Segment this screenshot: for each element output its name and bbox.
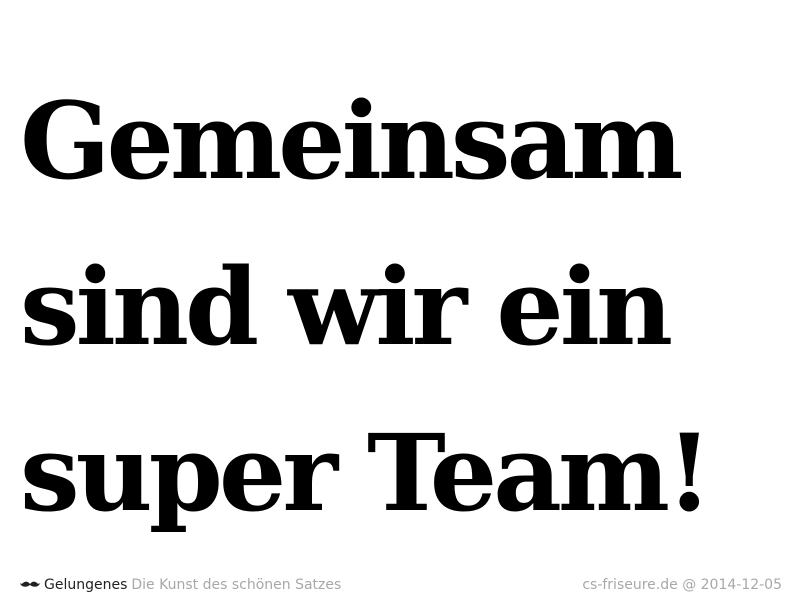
quote-card: Gemeinsam sind wir ein super Team! Gelun… bbox=[0, 0, 800, 600]
quote-line-2: sind wir ein bbox=[20, 244, 673, 369]
mustache-icon bbox=[20, 581, 40, 587]
footer: Gelungenes Die Kunst des schönen Satzes … bbox=[20, 574, 782, 596]
tagline: Die Kunst des schönen Satzes bbox=[131, 577, 342, 593]
quote-line-3: super Team! bbox=[20, 410, 713, 535]
quote-text: Gemeinsam sind wir ein super Team! bbox=[20, 58, 790, 556]
quote-line-1: Gemeinsam bbox=[20, 78, 683, 203]
brand: Gelungenes Die Kunst des schönen Satzes bbox=[20, 574, 341, 596]
source-credit: cs-friseure.de @ 2014-12-05 bbox=[582, 577, 782, 593]
brand-name: Gelungenes bbox=[44, 577, 128, 593]
